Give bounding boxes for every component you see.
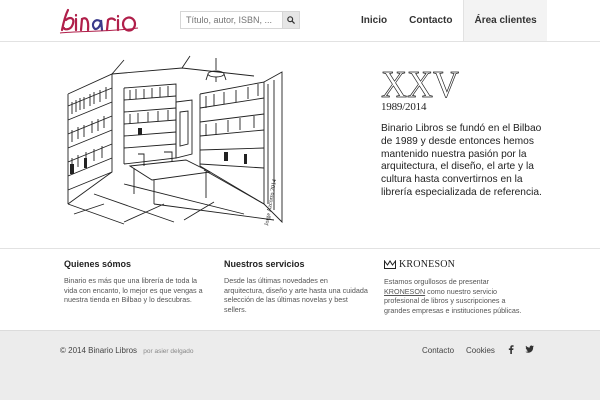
- hero-section: Jorge Azcorro 2014 XXV 1989/2014 Binario…: [0, 42, 600, 248]
- features-section: Quienes sómos Binario es más que una lib…: [0, 248, 600, 330]
- kroneson-logo: KRONESON: [384, 259, 524, 270]
- kroneson-text-before: Estamos orgullosos de presentar: [384, 277, 490, 286]
- footer-copyright: © 2014 Binario Libros por asier delgado: [60, 346, 194, 355]
- search-icon: [287, 16, 295, 24]
- kroneson-text: Estamos orgullosos de presentar KRONESON…: [384, 277, 524, 315]
- services-text: Desde las últimas novedades en arquitect…: [224, 276, 368, 314]
- nav-item-inicio[interactable]: Inicio: [350, 0, 398, 41]
- search-box: [180, 11, 300, 29]
- footer-link-cookies[interactable]: Cookies: [466, 346, 495, 355]
- services-title: Nuestros servicios: [224, 259, 305, 269]
- footer-link-contacto[interactable]: Contacto: [422, 346, 454, 355]
- kroneson-column: KRONESON Estamos orgullosos de presentar…: [384, 259, 524, 315]
- facebook-icon[interactable]: [508, 345, 514, 354]
- crown-icon: [384, 260, 396, 269]
- about-column: Quienes sómos Binario es más que una lib…: [64, 259, 209, 305]
- sketch-signature: Jorge Azcorro 2014: [264, 179, 278, 227]
- about-title: Quienes sómos: [64, 259, 132, 269]
- bookstore-sketch-illustration: Jorge Azcorro 2014: [64, 54, 286, 232]
- nav-item-contacto[interactable]: Contacto: [398, 0, 463, 41]
- anniversary-mark: XXV: [381, 64, 460, 107]
- search-input[interactable]: [181, 12, 283, 28]
- kroneson-brand: KRONESON: [399, 259, 456, 270]
- anniversary-numeral: XXV: [381, 68, 459, 100]
- binario-logo[interactable]: [58, 6, 142, 36]
- nav-item-area-clientes[interactable]: Área clientes: [463, 0, 547, 41]
- site-header: Inicio Contacto Área clientes: [0, 0, 600, 42]
- about-text: Binario es más que una librería de toda …: [64, 276, 203, 304]
- main-nav: Inicio Contacto Área clientes: [350, 0, 547, 41]
- site-footer: © 2014 Binario Libros por asier delgado …: [0, 330, 600, 400]
- copyright-text: © 2014 Binario Libros: [60, 346, 138, 355]
- anniversary-years: 1989/2014: [381, 101, 427, 113]
- author-credit-link[interactable]: por asier delgado: [143, 348, 193, 355]
- search-button[interactable]: [282, 12, 299, 28]
- services-column: Nuestros servicios Desde las últimas nov…: [224, 259, 369, 314]
- footer-links: Contacto Cookies: [422, 346, 507, 355]
- kroneson-link[interactable]: KRONESON: [384, 287, 425, 296]
- hero-description: Binario Libros se fundó en el Bilbao de …: [381, 123, 542, 198]
- social-links: [508, 345, 534, 354]
- twitter-icon[interactable]: [525, 345, 534, 353]
